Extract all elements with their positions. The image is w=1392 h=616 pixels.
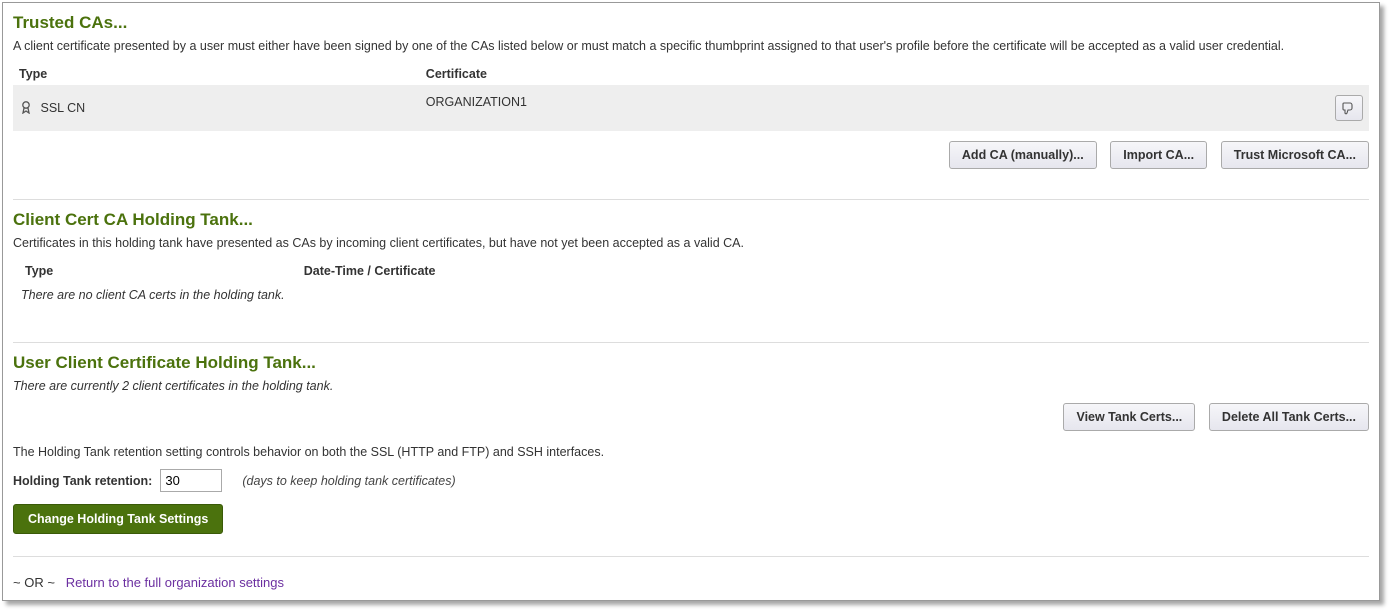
add-ca-button[interactable]: Add CA (manually)... — [949, 141, 1097, 169]
or-text: ~ OR ~ — [13, 575, 55, 590]
trust-ms-ca-button[interactable]: Trust Microsoft CA... — [1221, 141, 1369, 169]
user-cert-holding-status: There are currently 2 client certificate… — [13, 379, 1369, 393]
import-ca-button[interactable]: Import CA... — [1110, 141, 1207, 169]
settings-page: Trusted CAs... A client certificate pres… — [2, 2, 1380, 601]
view-tank-certs-button[interactable]: View Tank Certs... — [1063, 403, 1195, 431]
trusted-cas-buttons: Add CA (manually)... Import CA... Trust … — [13, 141, 1369, 169]
change-holding-tank-settings-button[interactable]: Change Holding Tank Settings — [13, 504, 223, 534]
holding-ca-table: Type Date-Time / Certificate — [13, 260, 1369, 282]
user-cert-holding-buttons: View Tank Certs... Delete All Tank Certs… — [13, 403, 1369, 431]
user-cert-holding-title: User Client Certificate Holding Tank... — [13, 353, 1369, 373]
col-type: Type — [13, 260, 298, 282]
retention-description: The Holding Tank retention setting contr… — [13, 445, 1369, 459]
col-certificate: Certificate — [420, 63, 1369, 85]
remove-ca-button[interactable] — [1335, 95, 1363, 121]
divider — [13, 556, 1369, 557]
divider — [13, 342, 1369, 343]
retention-row: Holding Tank retention: (days to keep ho… — [13, 469, 1369, 492]
holding-ca-empty-message: There are no client CA certs in the hold… — [13, 282, 1369, 308]
client-cert-ca-holding-description: Certificates in this holding tank have p… — [13, 236, 1369, 250]
thumbs-down-icon — [1342, 101, 1356, 115]
footer-row: ~ OR ~ Return to the full organization s… — [13, 575, 1369, 590]
col-type: Type — [13, 63, 420, 85]
client-cert-ca-holding-title: Client Cert CA Holding Tank... — [13, 210, 1369, 230]
col-date-certificate: Date-Time / Certificate — [298, 260, 1369, 282]
retention-input[interactable] — [160, 469, 222, 492]
divider — [13, 199, 1369, 200]
trusted-cas-table: Type Certificate SSL CN ORGANIZATION1 — [13, 63, 1369, 131]
retention-label: Holding Tank retention: — [13, 474, 152, 488]
delete-all-tank-certs-button[interactable]: Delete All Tank Certs... — [1209, 403, 1369, 431]
row-type-value: SSL CN — [40, 100, 85, 114]
certificate-icon — [19, 100, 33, 117]
trusted-cas-title: Trusted CAs... — [13, 13, 1369, 33]
retention-hint: (days to keep holding tank certificates) — [242, 474, 455, 488]
row-cert-value: ORGANIZATION1 — [426, 95, 527, 109]
return-link[interactable]: Return to the full organization settings — [66, 575, 284, 590]
trusted-cas-description: A client certificate presented by a user… — [13, 39, 1369, 53]
table-row: SSL CN ORGANIZATION1 — [13, 85, 1369, 131]
